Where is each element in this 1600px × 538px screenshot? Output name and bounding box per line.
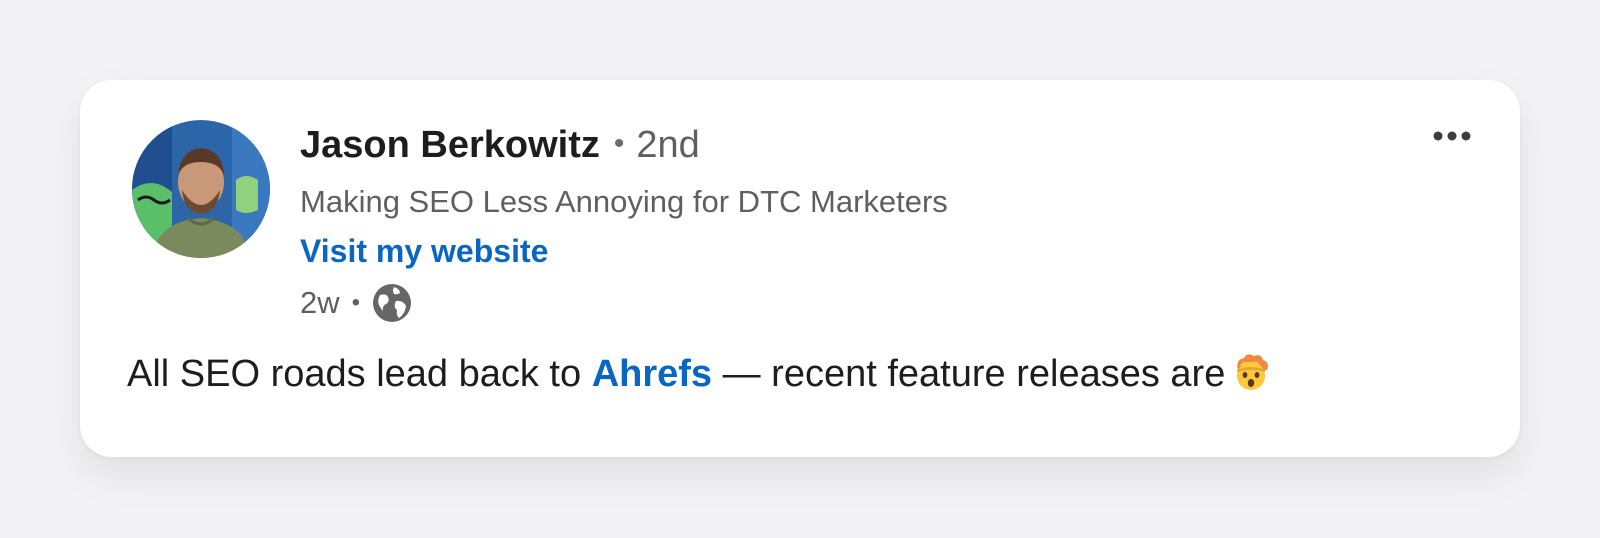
author-name-row: Jason Berkowitz • 2nd [300,124,948,176]
connection-degree: 2nd [636,124,700,166]
author-info: Jason Berkowitz • 2nd Making SEO Less An… [300,124,948,330]
author-headline: Making SEO Less Annoying for DTC Markete… [300,184,948,219]
author-name[interactable]: Jason Berkowitz [300,124,600,167]
avatar-image [132,120,270,258]
exploding-head-emoji [1231,352,1271,402]
post-body: All SEO roads lead back to Ahrefs — rece… [127,352,1271,402]
globe-icon [372,283,412,323]
more-options-button[interactable] [1424,114,1480,158]
post-time-row: 2w • [300,276,948,330]
post-card: Jason Berkowitz • 2nd Making SEO Less An… [80,80,1520,457]
more-horizontal-icon [1433,131,1471,141]
post-timestamp: 2w [300,285,340,320]
timestamp-separator: • [351,289,361,316]
post-text-end: — recent feature releases are [712,353,1226,395]
avatar[interactable] [132,120,270,258]
mention-link[interactable]: Ahrefs [592,353,712,395]
name-separator: • [613,127,625,160]
visit-website-link[interactable]: Visit my website [300,226,548,276]
post-text-start: All SEO roads lead back to [127,353,592,395]
